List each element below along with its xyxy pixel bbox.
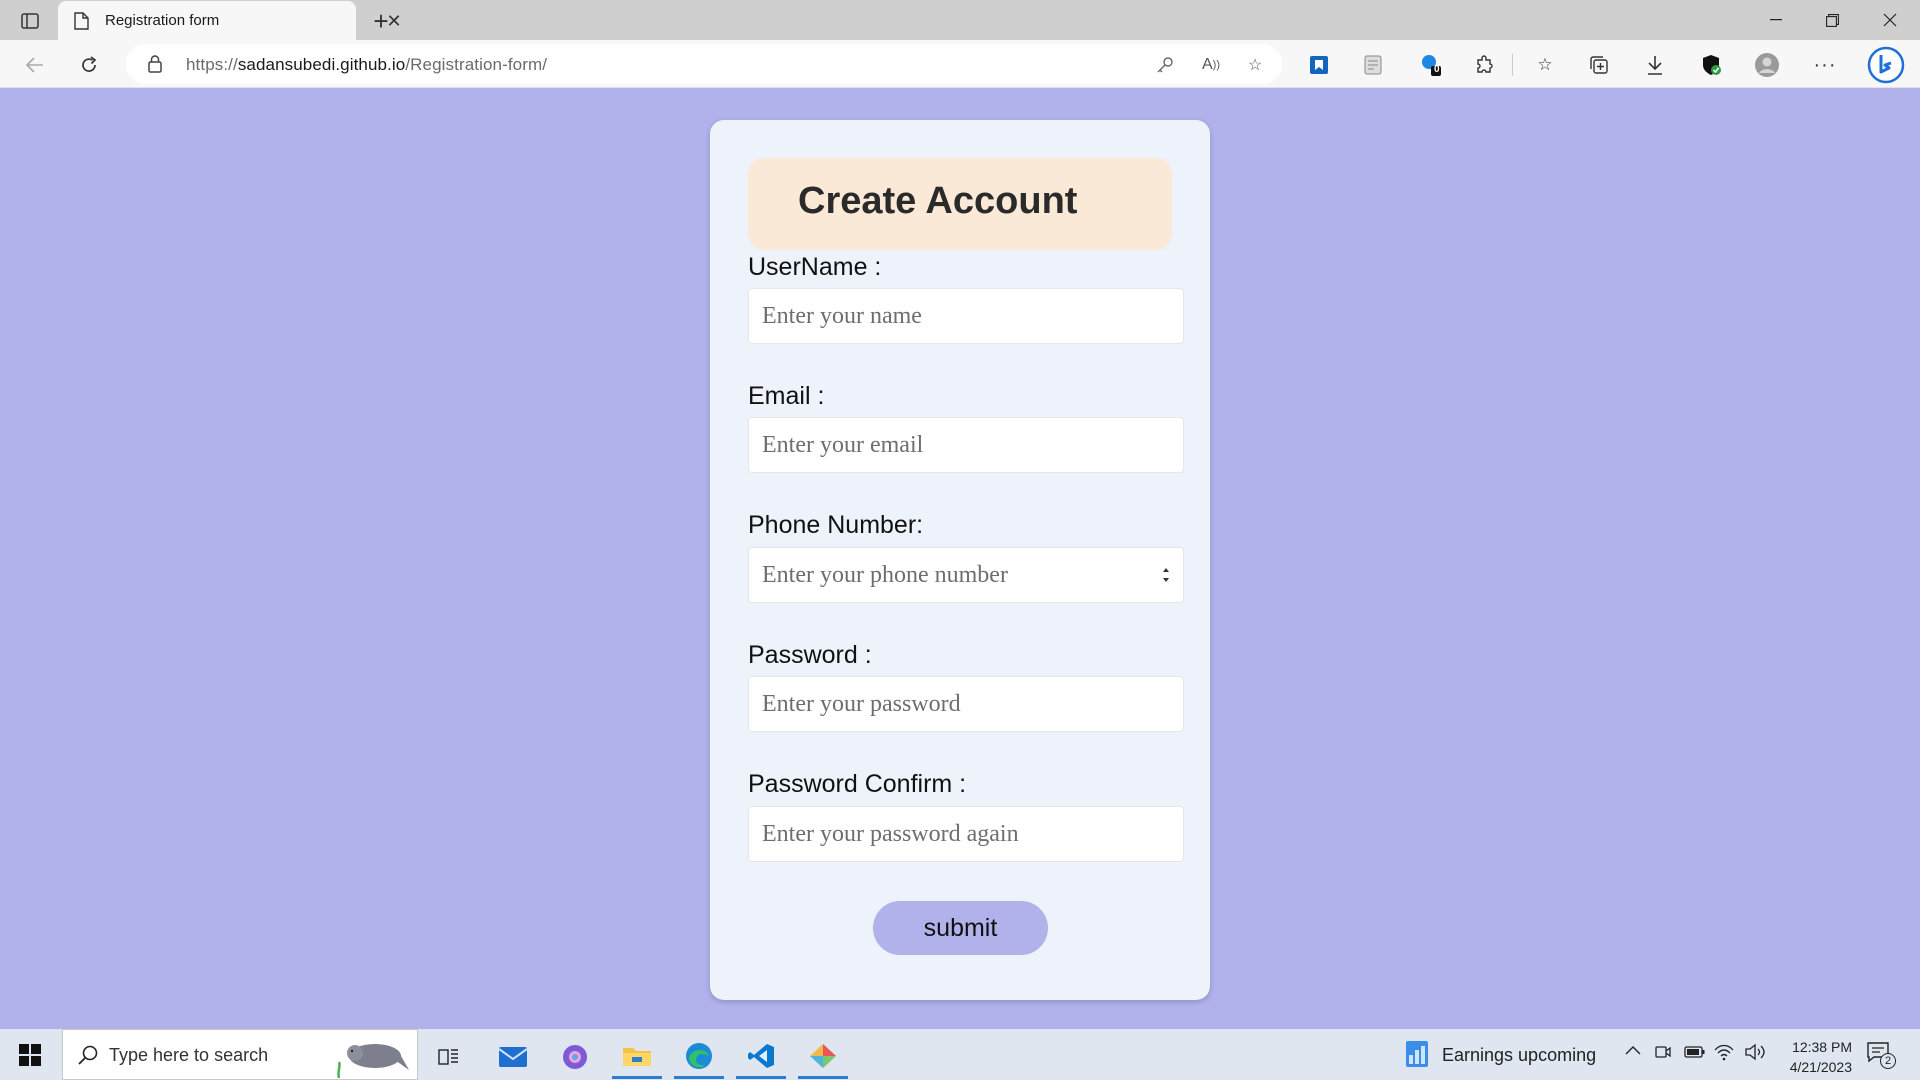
- copilot-app-icon[interactable]: [550, 1035, 600, 1079]
- browser-toolbar: https://sadansubedi.github.io/Registrati…: [0, 40, 1920, 88]
- more-options-icon[interactable]: ···: [1810, 50, 1840, 80]
- password-confirm-input[interactable]: Enter your password again: [748, 806, 1184, 862]
- downloads-icon[interactable]: [1640, 50, 1670, 80]
- password-input[interactable]: Enter your password: [748, 676, 1184, 732]
- mail-app-icon[interactable]: [488, 1035, 538, 1079]
- url-path: /Registration-form/: [405, 55, 548, 74]
- page-icon: [74, 12, 89, 30]
- system-clock[interactable]: 12:38 PM 4/21/2023: [1776, 1037, 1852, 1077]
- taskbar-search-box[interactable]: Type here to search: [62, 1029, 418, 1080]
- close-window-icon[interactable]: [1862, 0, 1918, 40]
- clock-date: 4/21/2023: [1789, 1059, 1852, 1075]
- reader-icon[interactable]: [1358, 50, 1388, 80]
- meet-now-icon[interactable]: [1654, 1043, 1672, 1066]
- browser-tab-bar: Registration form ✕ +: [0, 0, 1920, 40]
- windows-start-icon[interactable]: [12, 1039, 48, 1071]
- refresh-icon[interactable]: [72, 48, 106, 82]
- toolbar-divider: [1512, 54, 1513, 76]
- tab-actions-icon[interactable]: [14, 8, 46, 34]
- volume-icon[interactable]: [1744, 1043, 1766, 1066]
- read-aloud-icon[interactable]: A)): [1200, 54, 1222, 76]
- email-input[interactable]: Enter your email: [748, 417, 1184, 473]
- lock-icon[interactable]: [148, 55, 162, 73]
- submit-button[interactable]: submit: [873, 901, 1048, 955]
- username-label: UserName :: [748, 253, 882, 281]
- favorites-icon[interactable]: ☆: [1530, 50, 1560, 80]
- add-favorite-icon[interactable]: ☆: [1244, 54, 1266, 76]
- minimize-icon[interactable]: [1748, 0, 1804, 40]
- search-highlight-manatee-icon: [337, 1044, 409, 1078]
- username-input[interactable]: Enter your name: [748, 288, 1184, 344]
- username-placeholder: Enter your name: [762, 303, 922, 329]
- windows-taskbar: Type here to search Earnings upcoming 12…: [0, 1029, 1920, 1080]
- new-tab-icon[interactable]: +: [366, 6, 396, 36]
- phone-input[interactable]: Enter your phone number: [748, 547, 1184, 603]
- notification-center-icon[interactable]: 2: [1866, 1041, 1896, 1069]
- password-confirm-placeholder: Enter your password again: [762, 821, 1019, 847]
- number-spinner-icon[interactable]: [1161, 564, 1171, 586]
- form-title: Create Account: [798, 180, 1078, 222]
- url-host: sadansubedi.github.io: [237, 55, 406, 74]
- tray-chevron-up-icon[interactable]: [1624, 1043, 1642, 1062]
- form-header: Create Account: [748, 158, 1172, 250]
- extensions-icon[interactable]: [1470, 50, 1500, 80]
- widget-text[interactable]: Earnings upcoming: [1442, 1045, 1596, 1066]
- password-label: Password :: [748, 641, 872, 669]
- notification-count: 2: [1880, 1053, 1896, 1069]
- url-text[interactable]: https://sadansubedi.github.io/Registrati…: [186, 55, 547, 75]
- password-placeholder: Enter your password: [762, 691, 961, 717]
- collections-icon[interactable]: [1584, 50, 1614, 80]
- task-view-icon[interactable]: [424, 1035, 474, 1079]
- phone-label: Phone Number:: [748, 511, 924, 539]
- battery-icon[interactable]: [1684, 1045, 1706, 1064]
- registration-card: Create Account UserName : Enter your nam…: [710, 120, 1210, 1000]
- password-confirm-label: Password Confirm :: [748, 770, 967, 798]
- restore-icon[interactable]: [1804, 0, 1860, 40]
- search-icon: [78, 1045, 98, 1065]
- back-icon[interactable]: [18, 48, 52, 82]
- address-bar[interactable]: https://sadansubedi.github.io/Registrati…: [126, 44, 1282, 84]
- tab-title: Registration form: [105, 12, 220, 29]
- profile-avatar-icon[interactable]: [1752, 50, 1782, 80]
- vscode-app-icon[interactable]: [736, 1035, 786, 1079]
- clock-time: 12:38 PM: [1792, 1039, 1852, 1055]
- browser-essentials-icon[interactable]: [1696, 50, 1726, 80]
- browser-tab[interactable]: Registration form ✕: [58, 1, 402, 40]
- extension-badge-icon[interactable]: 0: [1416, 50, 1446, 80]
- extension-badge-count: 0: [1434, 64, 1440, 75]
- email-placeholder: Enter your email: [762, 432, 924, 458]
- extension-shield-icon[interactable]: [1304, 50, 1334, 80]
- key-icon[interactable]: [1154, 54, 1176, 76]
- edge-browser-icon[interactable]: [674, 1035, 724, 1079]
- phone-placeholder: Enter your phone number: [762, 562, 1008, 588]
- file-explorer-icon[interactable]: [612, 1035, 662, 1079]
- url-scheme: https://: [186, 55, 238, 74]
- stocks-widget-icon[interactable]: [1404, 1039, 1430, 1074]
- git-app-icon[interactable]: [798, 1035, 848, 1079]
- wifi-icon[interactable]: [1714, 1043, 1734, 1066]
- search-placeholder: Type here to search: [109, 1045, 269, 1065]
- bing-chat-icon[interactable]: [1866, 45, 1906, 85]
- email-label: Email :: [748, 382, 825, 410]
